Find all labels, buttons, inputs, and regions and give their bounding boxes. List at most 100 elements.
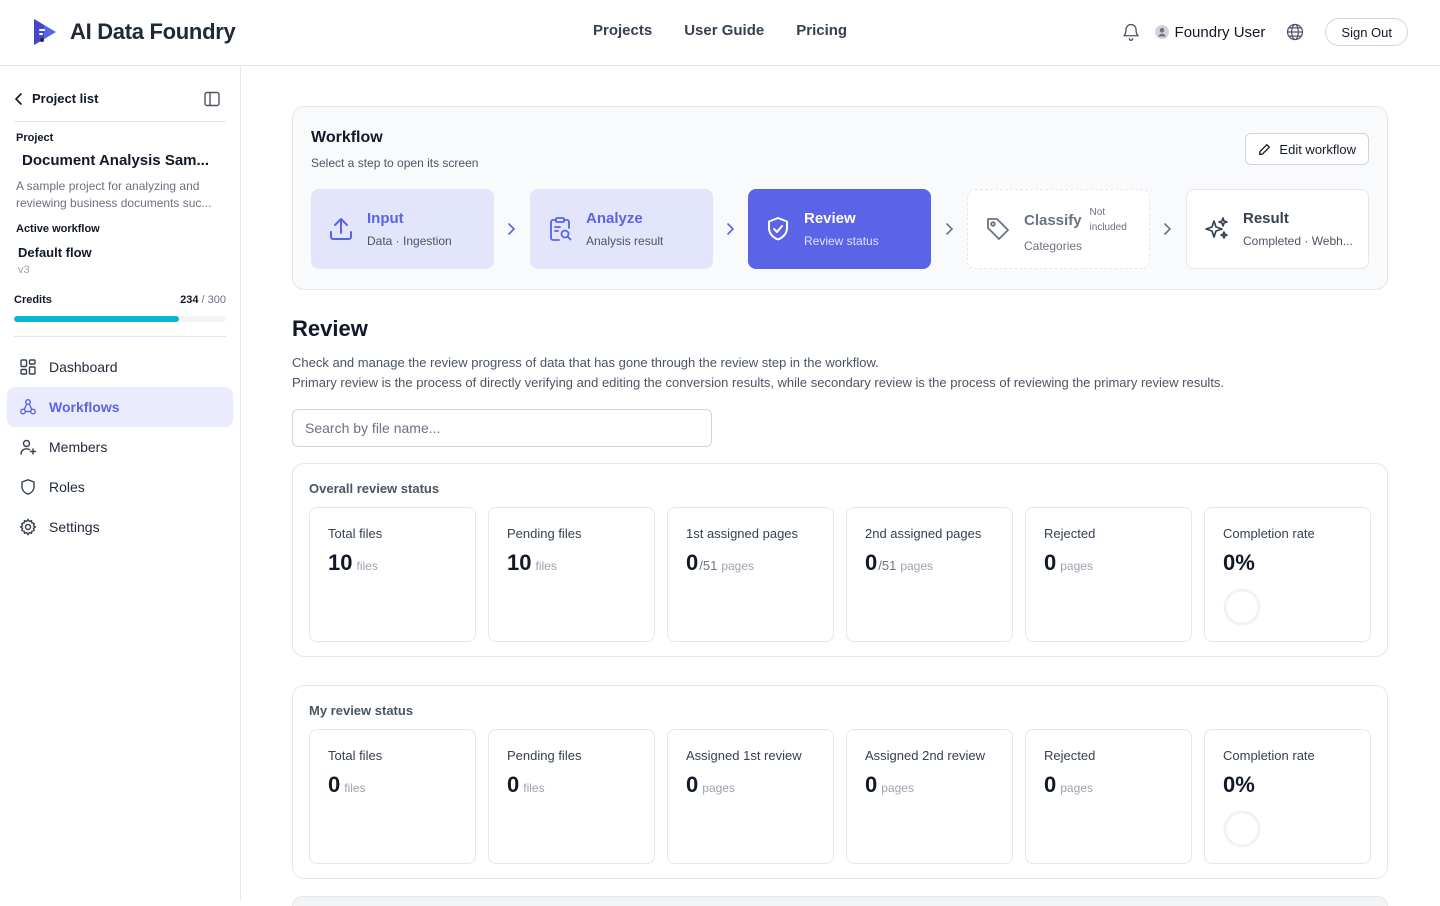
stat-unit: pages (900, 559, 934, 573)
section-title: My review status (309, 703, 414, 718)
stat-value: 0 (328, 772, 341, 797)
stat-tile-rejected: Rejected 0 pages (1025, 507, 1192, 642)
stat-value: 0 (1044, 772, 1057, 797)
nav-projects[interactable]: Projects (593, 22, 652, 39)
step-input[interactable]: Input Data · Ingestion (311, 189, 494, 269)
avatar-icon (1154, 25, 1169, 39)
section-title: Overall review status (309, 481, 440, 496)
stat-label: Total files (328, 748, 383, 763)
top-navigation-bar: AI Data Foundry Projects User Guide Pric… (0, 0, 1440, 66)
step-review[interactable]: Review Review status (748, 189, 931, 269)
brand[interactable]: AI Data Foundry (30, 16, 236, 48)
brand-name: AI Data Foundry (70, 19, 236, 44)
description-line: Check and manage the review progress of … (292, 355, 879, 370)
step-result[interactable]: Result Completed · Webh... (1186, 189, 1369, 269)
stat-label: Assigned 2nd review (865, 748, 985, 763)
stat-tile-rejected: Rejected 0 pages (1025, 729, 1192, 864)
nav-pricing[interactable]: Pricing (796, 22, 847, 39)
edit-workflow-label: Edit workflow (1279, 141, 1356, 157)
project-description: A sample project for analyzing and revie… (16, 178, 226, 212)
pencil-icon (1259, 143, 1271, 155)
workflow-subtitle: Select a step to open its screen (311, 156, 479, 170)
stat-value: 0 (507, 772, 520, 797)
stat-value: 0 (865, 772, 878, 797)
credits-row: Credits 234 / 300 (14, 294, 226, 306)
stat-tile-assigned-2nd: Assigned 2nd review 0 pages (846, 729, 1013, 864)
step-subtitle: Categories (1024, 239, 1083, 253)
chevron-right-icon (508, 223, 516, 235)
sign-out-button[interactable]: Sign Out (1325, 18, 1408, 46)
stat-tile-assigned-1st: Assigned 1st review 0 pages (667, 729, 834, 864)
top-right-controls: Foundry User Sign Out (1121, 18, 1408, 46)
credits-progress-fill (14, 316, 180, 322)
sidebar-item-dashboard[interactable]: Dashboard (7, 347, 233, 387)
main-nav: Projects User Guide Pricing (593, 22, 847, 39)
shield-check-icon (768, 217, 788, 241)
note-line: Not (1089, 207, 1106, 218)
stat-denominator: /51 (699, 558, 718, 573)
step-title: Analyze (586, 210, 643, 227)
page-description: Check and manage the review progress of … (292, 353, 1224, 393)
main-content: Workflow Select a step to open its scree… (241, 66, 1440, 906)
credits-progress-bar (14, 316, 226, 322)
brand-logo-icon (34, 19, 56, 45)
step-title: Result (1243, 210, 1289, 227)
globe-icon[interactable] (1285, 22, 1305, 42)
stat-label: Completion rate (1223, 526, 1315, 541)
edit-workflow-button[interactable]: Edit workflow (1245, 133, 1369, 165)
chevron-left-icon (15, 92, 22, 105)
stat-unit: pages (721, 559, 755, 573)
stat-label: Rejected (1044, 526, 1096, 541)
stat-unit: pages (702, 781, 735, 795)
sidebar-toggle-icon[interactable] (203, 90, 221, 108)
stat-unit: files (356, 559, 378, 573)
stat-tile-pending-files: Pending files 0 files (488, 729, 655, 864)
stat-tile-pending-files: Pending files 10 files (488, 507, 655, 642)
stat-tile-total-files: Total files 10 files (309, 507, 476, 642)
step-analyze[interactable]: Analyze Analysis result (530, 189, 713, 269)
stat-label: Completion rate (1223, 748, 1315, 763)
stat-value: 10 (507, 550, 532, 575)
stat-unit: files (535, 559, 557, 573)
upload-icon (330, 218, 352, 240)
stat-unit: files (344, 781, 366, 795)
stat-value: 0% (1223, 550, 1255, 575)
stat-tile-completion-rate: Completion rate 0% (1204, 729, 1371, 864)
credits-label: Credits (14, 294, 52, 306)
user-menu[interactable]: Foundry User (1154, 24, 1265, 41)
next-section-edge (292, 896, 1388, 906)
stat-tile-total-files: Total files 0 files (309, 729, 476, 864)
project-list-link[interactable]: Project list (14, 91, 98, 106)
step-title: Input (367, 210, 404, 227)
stat-tile-completion-rate: Completion rate 0% (1204, 507, 1371, 642)
step-classify[interactable]: Classify Not included Categories (967, 189, 1150, 269)
workflow-card: Workflow Select a step to open its scree… (292, 106, 1388, 290)
workflow-title: Workflow (311, 129, 383, 146)
search-input[interactable] (292, 409, 712, 447)
overall-review-status-card: Overall review status Total files 10 file… (292, 463, 1388, 657)
sidebar-item-workflows[interactable]: Workflows (7, 387, 233, 427)
sidebar-item-label: Dashboard (49, 359, 118, 375)
status-tiles: Total files 0 files Pending files 0 files … (309, 729, 1371, 864)
my-review-status-card: My review status Total files 0 files Pend… (292, 685, 1388, 879)
bell-icon[interactable] (1121, 22, 1141, 42)
stat-unit: pages (1060, 559, 1093, 573)
clipboard-search-icon (550, 217, 572, 241)
divider (14, 336, 226, 337)
nav-user-guide[interactable]: User Guide (684, 22, 764, 39)
add-user-icon (20, 439, 37, 455)
step-subtitle: Review status (804, 234, 879, 248)
workflow-version: v3 (18, 264, 30, 276)
status-tiles: Total files 10 files Pending files 10 file… (309, 507, 1371, 642)
note-line: included (1089, 222, 1127, 233)
sidebar-item-members[interactable]: Members (7, 427, 233, 467)
stat-denominator: /51 (878, 558, 897, 573)
workflow-icon (20, 399, 36, 415)
sidebar-item-roles[interactable]: Roles (7, 467, 233, 507)
not-included-note: Not included (1090, 205, 1127, 235)
sidebar-item-settings[interactable]: Settings (7, 507, 233, 547)
gear-icon (19, 518, 37, 536)
stat-value: 10 (328, 550, 353, 575)
sparkles-icon (1205, 217, 1228, 239)
stat-tile-1st-assigned: 1st assigned pages 0/51 pages (667, 507, 834, 642)
